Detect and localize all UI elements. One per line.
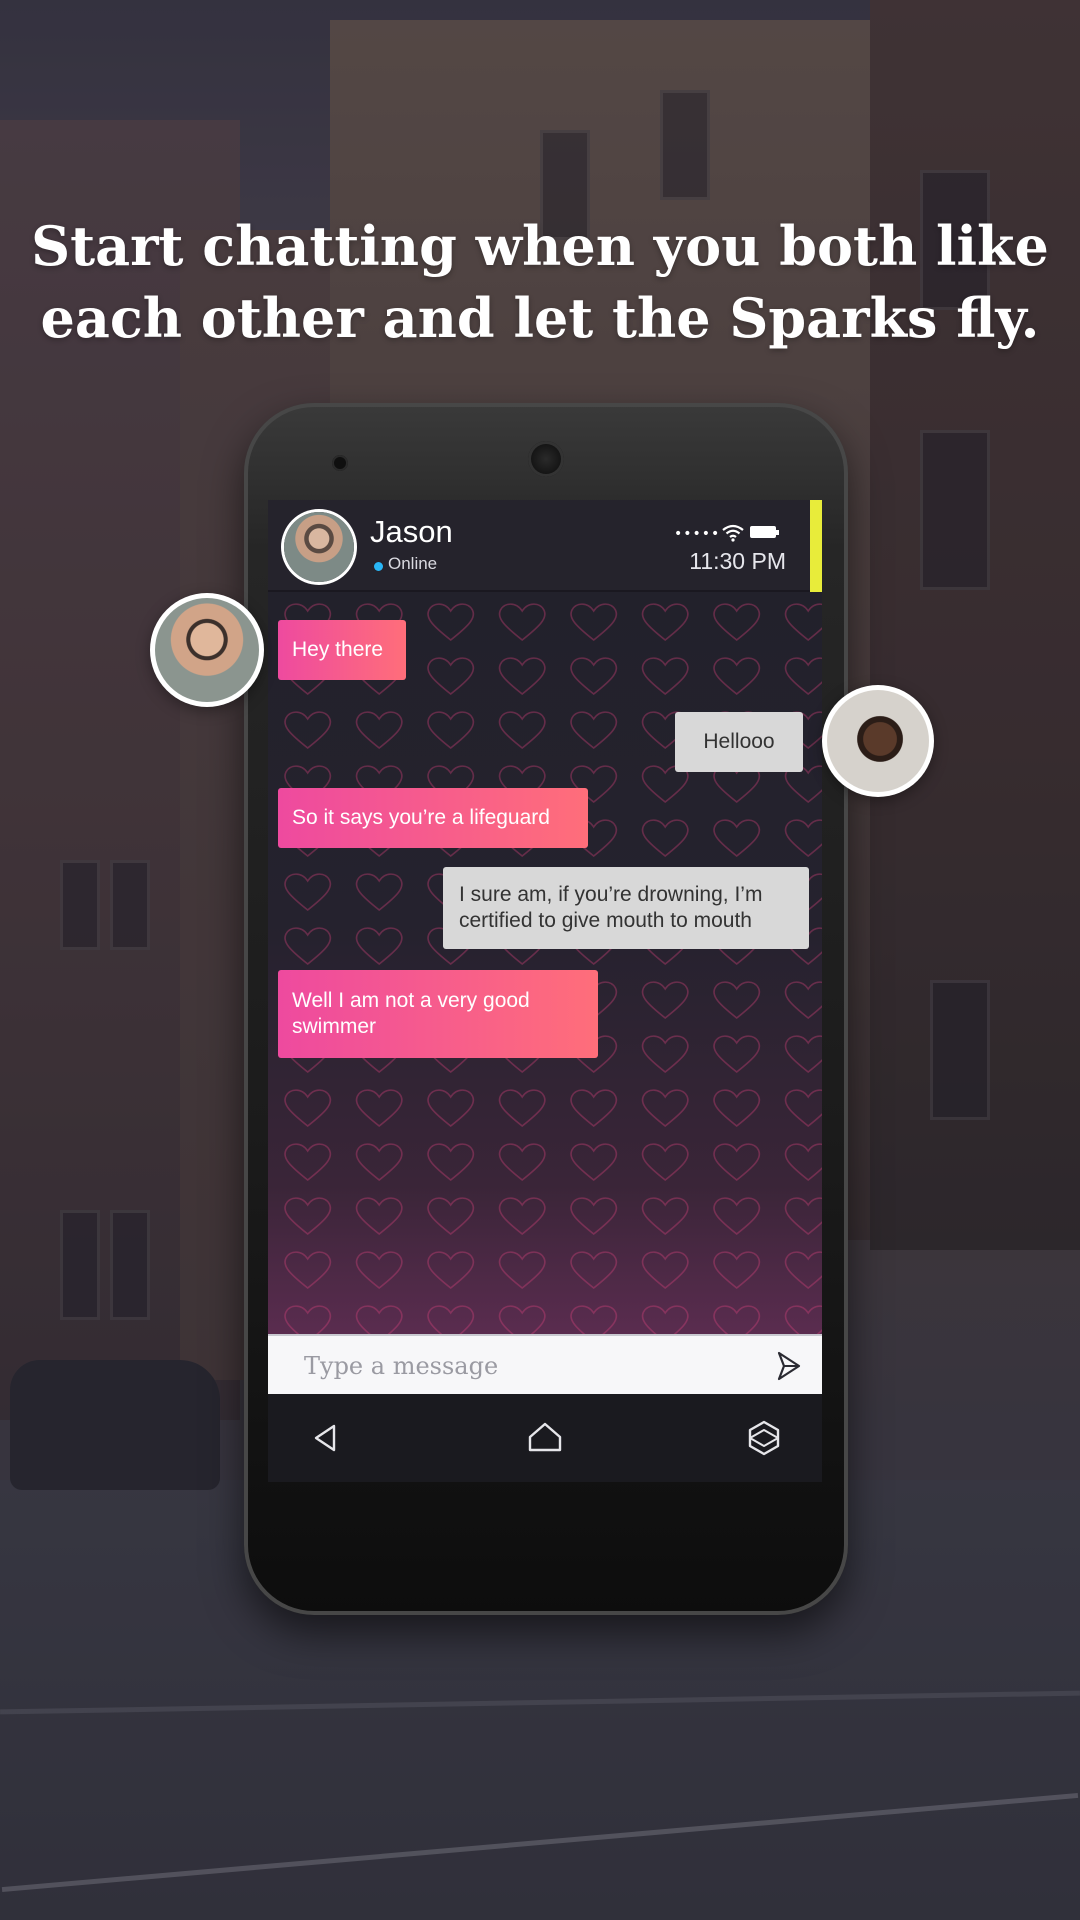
message-input[interactable] <box>304 1346 744 1386</box>
sender-avatar-female <box>822 685 934 797</box>
message-text: Hey there <box>292 638 384 661</box>
android-nav-bar <box>268 1394 822 1482</box>
recents-hexagon-icon[interactable] <box>744 1418 784 1458</box>
accent-bar <box>810 500 822 592</box>
message-text: I sure am, if you’re drowning, I’m certi… <box>459 883 763 932</box>
headline-line-2: each other and let the Sparks fly. <box>40 286 1040 350</box>
chat-header: Jason Online ••••• 11:30 PM <box>268 500 822 592</box>
avatar-photo <box>155 598 259 702</box>
message-text: Hellooo <box>703 730 775 753</box>
sender-avatar-male <box>150 593 264 707</box>
headline-line-1: Start chatting when you both like <box>31 214 1049 278</box>
contact-avatar[interactable] <box>284 512 354 582</box>
online-status-text: Online <box>388 554 438 573</box>
message-bubble-outgoing[interactable]: I sure am, if you’re drowning, I’m certi… <box>443 867 809 949</box>
clock-time: 11:30 PM <box>689 548 786 574</box>
headline: Start chatting when you both like each o… <box>0 210 1080 354</box>
online-status-dot <box>374 562 383 571</box>
wifi-icon <box>722 524 744 542</box>
back-triangle-icon[interactable] <box>306 1418 346 1458</box>
front-camera <box>332 455 348 471</box>
message-composer <box>268 1334 822 1394</box>
send-icon[interactable] <box>770 1348 806 1384</box>
chat-message-area[interactable]: Hey there Hellooo So it says you’re a li… <box>268 592 822 1334</box>
avatar-photo <box>827 690 929 792</box>
message-bubble-incoming[interactable]: Hey there <box>278 620 406 680</box>
status-bar-icons: ••••• <box>654 522 784 544</box>
heart-pattern-background <box>268 592 822 1334</box>
battery-icon <box>750 526 779 538</box>
phone-screen: Jason Online ••••• 11:30 PM Hey there He… <box>268 500 822 1482</box>
message-bubble-outgoing[interactable]: Hellooo <box>675 712 803 772</box>
earpiece-speaker <box>528 441 564 477</box>
message-text: So it says you’re a lifeguard <box>292 806 550 829</box>
contact-name[interactable]: Jason <box>370 514 453 550</box>
message-bubble-incoming[interactable]: So it says you’re a lifeguard <box>278 788 588 848</box>
home-icon[interactable] <box>525 1418 565 1458</box>
message-text: Well I am not a very good swimmer <box>292 989 530 1038</box>
message-bubble-incoming[interactable]: Well I am not a very good swimmer <box>278 970 598 1058</box>
signal-icon: ••••• <box>674 526 721 542</box>
